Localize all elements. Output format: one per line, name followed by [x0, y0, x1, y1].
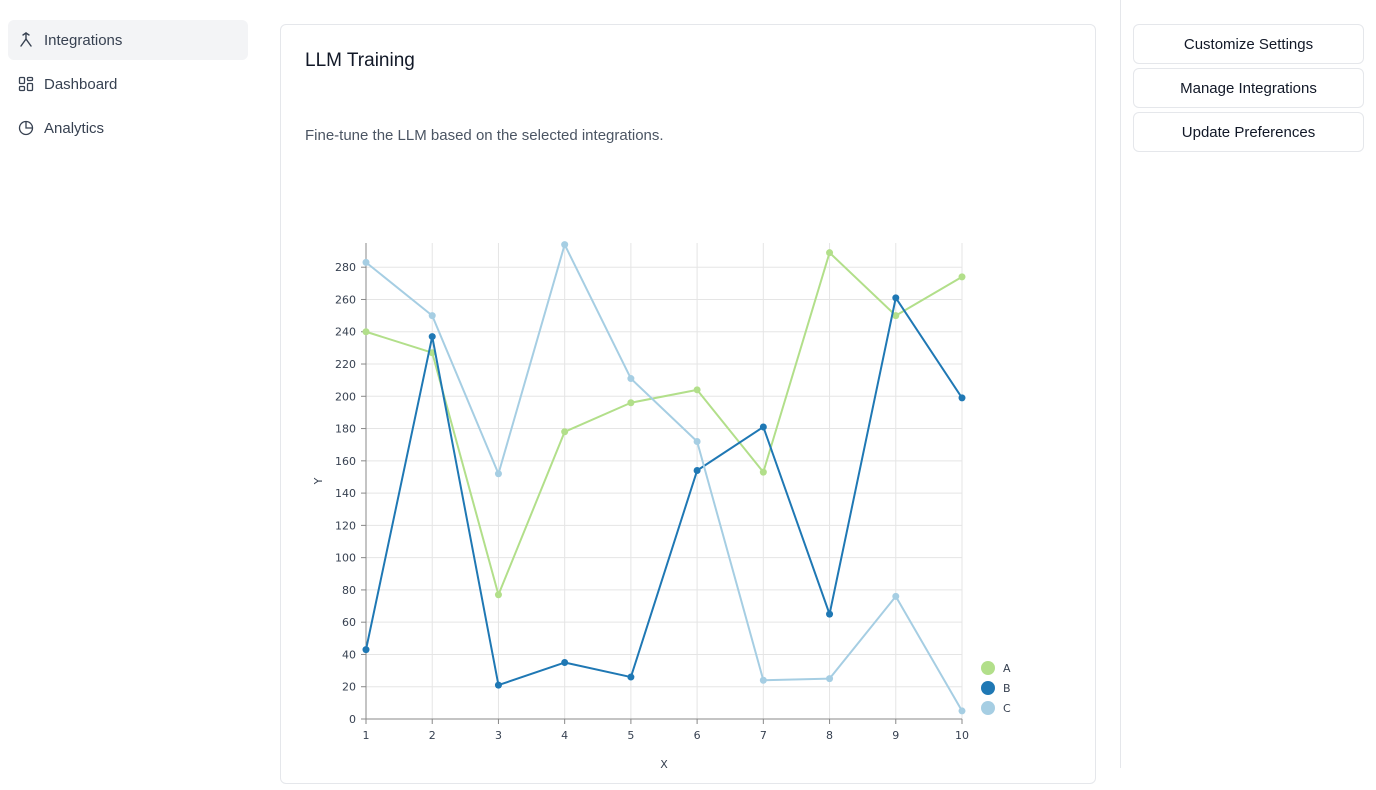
data-point-B	[958, 394, 966, 402]
data-point-C	[958, 707, 966, 715]
data-point-A	[958, 273, 966, 281]
merge-icon	[18, 32, 34, 48]
y-tick-label: 140	[335, 487, 356, 500]
y-tick-label: 60	[342, 616, 356, 629]
y-tick-label: 100	[335, 552, 356, 565]
data-point-B	[759, 423, 767, 431]
x-tick-label: 4	[561, 729, 568, 742]
x-tick-label: 9	[892, 729, 899, 742]
y-tick-label: 280	[335, 261, 356, 274]
data-point-C	[494, 470, 502, 478]
sidebar-item-label: Integrations	[44, 31, 123, 49]
data-point-A	[759, 468, 767, 476]
x-tick-label: 1	[363, 729, 370, 742]
llm-training-card: LLM Training Fine-tune the LLM based on …	[280, 24, 1096, 784]
x-tick-label: 5	[627, 729, 634, 742]
y-tick-label: 260	[335, 293, 356, 306]
data-point-C	[362, 258, 370, 266]
y-tick-label: 160	[335, 455, 356, 468]
data-point-A	[693, 386, 701, 394]
y-tick-label: 220	[335, 358, 356, 371]
sidebar-item-dashboard[interactable]: Dashboard	[8, 64, 248, 104]
data-point-C	[693, 437, 701, 445]
y-tick-label: 80	[342, 584, 356, 597]
legend-swatch-C	[981, 701, 995, 715]
data-point-B	[627, 673, 635, 681]
grid-icon	[18, 76, 34, 92]
manage-integrations-button[interactable]: Manage Integrations	[1133, 68, 1364, 108]
data-point-B	[362, 646, 370, 654]
data-point-C	[561, 241, 569, 249]
data-point-B	[693, 467, 701, 475]
sidebar-item-analytics[interactable]: Analytics	[8, 108, 248, 148]
data-point-B	[494, 681, 502, 689]
data-point-A	[627, 399, 635, 407]
data-point-C	[627, 375, 635, 383]
series-line-C	[365, 243, 963, 712]
update-preferences-button[interactable]: Update Preferences	[1133, 112, 1364, 152]
data-point-B	[826, 610, 834, 618]
y-tick-label: 180	[335, 423, 356, 436]
page-title: LLM Training	[305, 50, 415, 71]
x-tick-label: 8	[826, 729, 833, 742]
legend-swatch-A	[981, 661, 995, 675]
legend-label-C: C	[1003, 702, 1011, 715]
y-tick-label: 0	[349, 713, 356, 726]
data-point-B	[428, 333, 436, 341]
actions-panel: Customize Settings Manage Integrations U…	[1120, 0, 1376, 768]
x-tick-label: 7	[760, 729, 767, 742]
x-tick-label: 10	[955, 729, 969, 742]
legend-swatch-B	[981, 681, 995, 695]
x-tick-label: 2	[429, 729, 436, 742]
y-tick-label: 120	[335, 519, 356, 532]
data-point-A	[494, 591, 502, 599]
pie-chart-icon	[18, 120, 34, 136]
legend-label-A: A	[1003, 662, 1011, 675]
series-line-B	[365, 296, 963, 687]
y-tick-label: 40	[342, 648, 356, 661]
data-point-A	[826, 249, 834, 257]
x-tick-label: 6	[694, 729, 701, 742]
sidebar-item-label: Analytics	[44, 119, 105, 137]
data-point-B	[561, 659, 569, 667]
data-point-C	[428, 312, 436, 320]
y-axis-title: Y	[312, 477, 325, 485]
data-point-B	[892, 294, 900, 302]
page-description: Fine-tune the LLM based on the selected …	[305, 127, 664, 144]
data-point-A	[561, 428, 569, 436]
y-tick-label: 240	[335, 326, 356, 339]
y-tick-label: 200	[335, 390, 356, 403]
y-tick-label: 20	[342, 681, 356, 694]
data-point-A	[362, 328, 370, 336]
data-point-C	[892, 592, 900, 600]
data-point-C	[826, 675, 834, 683]
legend-label-B: B	[1003, 682, 1011, 695]
chart-container: 1 2 3 4 5 6 7 8 9 10 0 20 40 60 80 100 120 140 160 180 200 22…	[281, 195, 1097, 785]
data-point-C	[759, 676, 767, 684]
sidebar-item-integrations[interactable]: Integrations	[8, 20, 248, 60]
x-tick-label: 3	[495, 729, 502, 742]
customize-settings-button[interactable]: Customize Settings	[1133, 24, 1364, 64]
sidebar: Integrations Dashboard Analytics	[0, 0, 256, 768]
sidebar-item-label: Dashboard	[44, 75, 118, 93]
line-chart: 1 2 3 4 5 6 7 8 9 1002040608010012014016018020022…	[312, 241, 1011, 771]
series-line-A	[365, 251, 963, 596]
x-axis-title: X	[660, 758, 668, 771]
